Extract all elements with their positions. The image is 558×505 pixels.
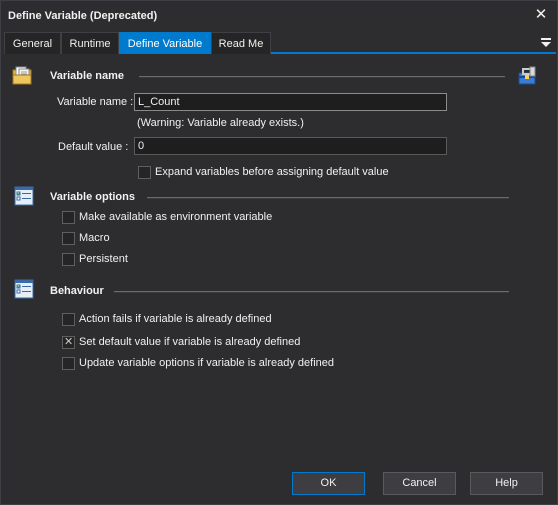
variable-exists-warning: (Warning: Variable already exists.) — [137, 117, 304, 129]
toolbox-icon[interactable] — [516, 65, 538, 87]
close-icon[interactable]: ✕ — [533, 7, 549, 23]
tab-general[interactable]: General — [4, 32, 61, 54]
checklist-icon — [14, 186, 36, 208]
tab-define-variable[interactable]: Define Variable — [119, 32, 211, 54]
checkbox-box[interactable] — [62, 252, 75, 266]
section-title-behaviour: Behaviour — [50, 285, 104, 297]
checkbox-box[interactable] — [62, 312, 75, 326]
checkbox-label: Set default value if variable is already… — [79, 336, 301, 348]
section-divider — [114, 291, 509, 293]
section-divider — [147, 197, 509, 199]
section-divider — [139, 76, 505, 78]
section-title-variable-options: Variable options — [50, 191, 135, 203]
action-fails-checkbox[interactable]: Action fails if variable is already defi… — [62, 312, 272, 326]
dialog-window: Define Variable (Deprecated) ✕ General R… — [0, 0, 558, 505]
expand-variables-checkbox[interactable]: Expand variables before assigning defaul… — [138, 165, 389, 179]
checklist-icon — [14, 279, 36, 301]
checkbox-box[interactable] — [138, 165, 151, 179]
environment-variable-checkbox[interactable]: Make available as environment variable — [62, 210, 272, 224]
tab-bar: General Runtime Define Variable Read Me — [4, 32, 556, 54]
macro-checkbox[interactable]: Macro — [62, 231, 110, 245]
checkbox-box[interactable] — [62, 356, 75, 370]
expand-variables-label: Expand variables before assigning defaul… — [155, 166, 389, 178]
cancel-button[interactable]: Cancel — [383, 472, 456, 495]
tab-read-me[interactable]: Read Me — [211, 32, 271, 54]
checkbox-label: Persistent — [79, 253, 128, 265]
window-title: Define Variable (Deprecated) — [8, 10, 158, 22]
persistent-checkbox[interactable]: Persistent — [62, 252, 128, 266]
variable-name-label: Variable name : — [57, 96, 134, 108]
checkbox-label: Macro — [79, 232, 110, 244]
title-bar[interactable]: Define Variable (Deprecated) ✕ — [1, 1, 557, 31]
default-value-label: Default value : — [58, 141, 129, 153]
update-variable-options-checkbox[interactable]: Update variable options if variable is a… — [62, 356, 334, 370]
checkbox-box[interactable] — [62, 231, 75, 245]
menu-icon[interactable] — [540, 36, 552, 48]
ok-button[interactable]: OK — [292, 472, 365, 495]
help-button[interactable]: Help — [470, 472, 543, 495]
variable-name-input[interactable]: L_Count — [134, 93, 447, 111]
tab-runtime[interactable]: Runtime — [61, 32, 119, 54]
checkbox-box[interactable] — [62, 210, 75, 224]
default-value-input[interactable]: 0 — [134, 137, 447, 155]
folder-documents-icon — [11, 65, 33, 87]
set-default-value-checkbox[interactable]: Set default value if variable is already… — [62, 335, 300, 349]
define-variable-panel: Variable name Variable name : L_Count (W… — [4, 56, 556, 461]
section-title-variable-name: Variable name — [50, 70, 124, 82]
checkbox-label: Make available as environment variable — [79, 211, 273, 223]
checkbox-label: Action fails if variable is already defi… — [79, 313, 272, 325]
checkbox-box-checked[interactable] — [62, 335, 75, 349]
checkbox-label: Update variable options if variable is a… — [79, 357, 334, 369]
